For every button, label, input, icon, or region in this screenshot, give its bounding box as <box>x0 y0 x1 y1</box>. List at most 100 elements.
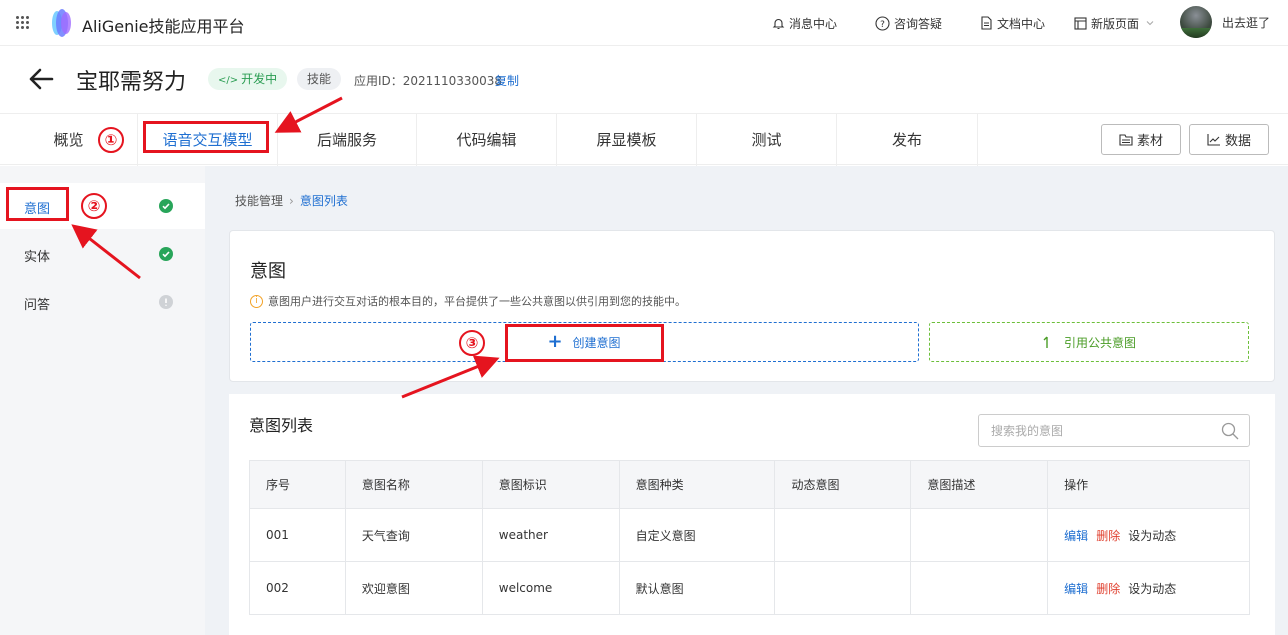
aligenie-logo-icon <box>52 9 71 37</box>
set-dynamic-link[interactable]: 设为动态 <box>1128 529 1176 543</box>
svg-text:?: ? <box>880 20 885 30</box>
intent-card: 意图 i 意图用户进行交互对话的根本目的，平台提供了一些公共意图以供引用到您的技… <box>229 230 1275 382</box>
cell-actions: 编辑 删除 设为动态 <box>1047 508 1250 562</box>
search-input[interactable] <box>979 415 1209 446</box>
column-header: 意图种类 <box>618 460 776 509</box>
tab-publish[interactable]: 发布 <box>837 114 978 166</box>
bell-icon <box>772 18 785 29</box>
highlight-box-create <box>505 324 664 362</box>
nav-messages[interactable]: 消息中心 <box>772 0 837 46</box>
cell-id: welcome <box>481 561 620 615</box>
cell-no: 001 <box>249 508 346 562</box>
table-row: 001 天气查询 weather 自定义意图 编辑 删除 设为动态 <box>249 508 1250 562</box>
tab-backend[interactable]: 后端服务 <box>278 114 417 166</box>
cell-dynamic <box>774 508 912 562</box>
reference-public-intent-button[interactable]: 引用公共意图 <box>929 322 1249 362</box>
intent-list-title: 意图列表 <box>249 416 314 435</box>
delete-link[interactable]: 删除 <box>1096 529 1120 543</box>
annotation-number-1: ① <box>98 127 124 153</box>
highlight-box-intent <box>6 187 69 221</box>
sidebar-item-label: 问答 <box>24 298 51 313</box>
column-header: 序号 <box>249 460 346 509</box>
intent-table: 序号 意图名称 意图标识 意图种类 动态意图 意图描述 操作 001 天气查询 … <box>249 460 1250 615</box>
layout-icon <box>1074 16 1087 30</box>
cell-name: 天气查询 <box>344 508 483 562</box>
column-header: 意图描述 <box>910 460 1049 509</box>
breadcrumb-current: 意图列表 <box>299 194 348 208</box>
column-header: 意图标识 <box>481 460 620 509</box>
nav-consult-label: 咨询答疑 <box>894 16 943 31</box>
chevron-down-icon <box>1146 21 1154 26</box>
tab-screen-template[interactable]: 屏显模板 <box>557 114 697 166</box>
sidebar-item-qa[interactable]: 问答 <box>0 279 205 325</box>
info-icon: i <box>250 294 263 308</box>
main-content: 技能管理 › 意图列表 意图 i 意图用户进行交互对话的根本目的，平台提供了一些公共… <box>205 166 1288 635</box>
annotation-number-3: ③ <box>459 330 485 356</box>
search-icon[interactable] <box>1221 422 1239 440</box>
cell-actions: 编辑 删除 设为动态 <box>1047 561 1250 615</box>
user-avatar[interactable] <box>1180 6 1212 38</box>
status-badge: </> 开发中 <box>208 68 288 90</box>
materials-button[interactable]: 素材 <box>1101 124 1181 155</box>
cell-dynamic <box>774 561 912 615</box>
search-box <box>978 414 1250 447</box>
info-circle-icon <box>159 295 173 309</box>
cell-name: 欢迎意图 <box>344 561 483 615</box>
code-icon: </> <box>218 75 239 86</box>
sidebar-item-label: 实体 <box>24 250 51 265</box>
highlight-box-tab <box>143 121 269 153</box>
logout-link[interactable]: 出去逛了 <box>1222 14 1270 31</box>
intent-hint: i 意图用户进行交互对话的根本目的，平台提供了一些公共意图以供引用到您的技能中。 <box>250 293 686 309</box>
nav-docs-label: 文档中心 <box>997 16 1046 31</box>
table-header-row: 序号 意图名称 意图标识 意图种类 动态意图 意图描述 操作 <box>249 460 1250 509</box>
folder-icon <box>1119 134 1133 146</box>
cell-desc <box>910 508 1049 562</box>
project-name: 宝耶需努力 <box>76 70 187 95</box>
check-circle-icon <box>159 247 173 261</box>
nav-new-version[interactable]: 新版页面 <box>1074 0 1155 46</box>
edit-link[interactable]: 编辑 <box>1064 529 1088 543</box>
table-row: 002 欢迎意图 welcome 默认意图 编辑 删除 设为动态 <box>249 561 1250 615</box>
nav-consult[interactable]: ? 咨询答疑 <box>875 0 942 46</box>
sidebar: 意图 实体 问答 <box>0 166 205 635</box>
top-bar: AliGenie技能应用平台 消息中心 ? 咨询答疑 文档中心 新版页面 出去逛… <box>0 0 1288 46</box>
tab-test[interactable]: 测试 <box>697 114 837 166</box>
chevron-right-icon: › <box>289 194 294 208</box>
app-grid-icon[interactable] <box>16 16 30 30</box>
cell-kind: 自定义意图 <box>618 508 776 562</box>
sidebar-item-entity[interactable]: 实体 <box>0 231 205 277</box>
platform-brand: AliGenie技能应用平台 <box>82 17 245 36</box>
column-header: 动态意图 <box>774 460 912 509</box>
delete-link[interactable]: 删除 <box>1096 582 1120 596</box>
reference-public-intent-label: 引用公共意图 <box>1063 335 1136 350</box>
check-circle-icon <box>159 199 173 213</box>
nav-new-version-label: 新版页面 <box>1091 16 1140 31</box>
data-button[interactable]: 数据 <box>1189 124 1269 155</box>
data-label: 数据 <box>1224 134 1251 149</box>
question-circle-icon: ? <box>875 15 890 31</box>
column-header: 操作 <box>1047 460 1250 509</box>
column-header: 意图名称 <box>344 460 483 509</box>
cell-kind: 默认意图 <box>618 561 776 615</box>
cell-desc <box>910 561 1049 615</box>
nav-docs[interactable]: 文档中心 <box>980 0 1045 46</box>
intent-hint-text: 意图用户进行交互对话的根本目的，平台提供了一些公共意图以供引用到您的技能中。 <box>268 295 686 308</box>
annotation-number-2: ② <box>81 193 107 219</box>
materials-label: 素材 <box>1136 134 1163 149</box>
copy-app-id-link[interactable]: 复制 <box>495 72 519 89</box>
status-badge-label: 开发中 <box>241 72 278 86</box>
back-arrow-icon[interactable] <box>28 66 54 92</box>
document-icon <box>981 16 992 30</box>
breadcrumb: 技能管理 › 意图列表 <box>235 192 348 209</box>
type-badge: 技能 <box>297 68 342 90</box>
app-id: 应用ID：2021110330038 <box>354 74 503 88</box>
line-chart-icon <box>1207 134 1220 146</box>
upload-arrow-icon <box>1043 336 1048 348</box>
set-dynamic-link[interactable]: 设为动态 <box>1128 582 1176 596</box>
cell-id: weather <box>481 508 620 562</box>
intent-card-title: 意图 <box>250 261 286 282</box>
intent-list-card: 意图列表 序号 意图名称 意图标识 意图种类 动态意图 意图描述 操作 <box>229 394 1275 635</box>
edit-link[interactable]: 编辑 <box>1064 582 1088 596</box>
tab-code-editor[interactable]: 代码编辑 <box>417 114 557 166</box>
breadcrumb-parent[interactable]: 技能管理 <box>235 194 283 208</box>
